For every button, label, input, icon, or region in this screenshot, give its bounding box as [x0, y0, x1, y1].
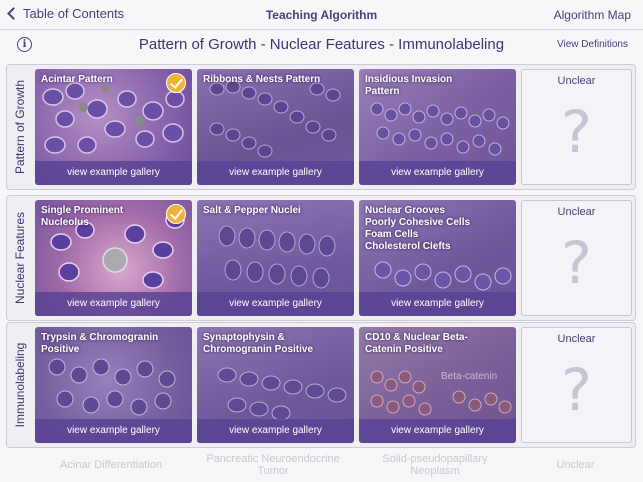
row-label-text: Pattern of Growth: [13, 79, 27, 175]
card-title: CD10 & Nuclear Beta- Catenin Positive: [365, 332, 468, 355]
question-mark-icon: ?: [561, 98, 592, 166]
card-acinar-pattern[interactable]: Acintar Pattern view example gallery: [35, 69, 192, 185]
question-mark-icon: ?: [561, 356, 592, 424]
checkmark-icon: [166, 204, 186, 224]
view-gallery-link[interactable]: view example gallery: [197, 419, 354, 443]
view-gallery-link[interactable]: view example gallery: [35, 419, 192, 443]
card-title: Trypsin & Chromogranin Positive: [41, 332, 159, 355]
stain-watermark: Beta-catenin: [441, 371, 498, 382]
row-label: Nuclear Features: [7, 196, 33, 320]
view-gallery-link[interactable]: view example gallery: [35, 161, 192, 185]
question-mark-icon: ?: [561, 229, 592, 297]
footer-pancreatic-neuroendocrine: Pancreatic Neuroendocrine Tumor: [206, 453, 340, 477]
card-nuclear-grooves[interactable]: Nuclear Grooves Poorly Cohesive Cells Fo…: [359, 200, 516, 316]
row-immunolabeling: Immunolabeling Trypsin & Chromogranin Po…: [6, 322, 636, 448]
unclear-option[interactable]: Unclear ?: [521, 327, 632, 443]
diagnosis-footer: Acinar Differentiation Pancreatic Neuroe…: [0, 452, 643, 482]
algorithm-map-button[interactable]: Algorithm Map: [554, 8, 631, 22]
card-salt-pepper-nuclei[interactable]: Salt & Pepper Nuclei view example galler…: [197, 200, 354, 316]
card-insidious-invasion[interactable]: Insidious Invasion Pattern view example …: [359, 69, 516, 185]
card-trypsin-chromogranin[interactable]: Trypsin & Chromogranin Positive view exa…: [35, 327, 192, 443]
row-pattern-of-growth: Pattern of Growth Acintar Pattern view e…: [6, 64, 636, 190]
nav-title: Teaching Algorithm: [265, 8, 378, 22]
row-label-text: Nuclear Features: [13, 211, 27, 305]
card-cd10-beta-catenin[interactable]: CD10 & Nuclear Beta- Catenin Positive Be…: [359, 327, 516, 443]
navigation-bar: Table of Contents Teaching Algorithm Alg…: [0, 0, 643, 30]
row-label: Immunolabeling: [7, 323, 33, 447]
view-gallery-link[interactable]: view example gallery: [197, 292, 354, 316]
unclear-label: Unclear: [557, 333, 596, 345]
card-title: Acintar Pattern: [41, 74, 113, 85]
view-gallery-link[interactable]: view example gallery: [359, 419, 516, 443]
view-gallery-link[interactable]: view example gallery: [359, 161, 516, 185]
card-title: Ribbons & Nests Pattern: [203, 74, 321, 85]
unclear-option[interactable]: Unclear ?: [521, 200, 632, 316]
footer-solid-pseudopapillary: Solid-pseudopapillary Neoplasm: [382, 453, 488, 477]
unclear-option[interactable]: Unclear ?: [521, 69, 632, 185]
checkmark-icon: [166, 73, 186, 93]
page-title: Pattern of Growth - Nuclear Features - I…: [138, 36, 505, 53]
view-gallery-link[interactable]: view example gallery: [197, 161, 354, 185]
page-header: i Pattern of Growth - Nuclear Features -…: [0, 31, 643, 59]
card-title: Single Prominent Nucleolus: [41, 205, 124, 228]
view-definitions-button[interactable]: View Definitions: [557, 39, 628, 50]
card-synaptophysin-chromogranin[interactable]: Synaptophysin & Chromogranin Positive vi…: [197, 327, 354, 443]
footer-acinar-differentiation: Acinar Differentiation: [60, 459, 162, 471]
card-title: Insidious Invasion Pattern: [365, 74, 453, 97]
row-nuclear-features: Nuclear Features Single Prominent Nucleo…: [6, 195, 636, 321]
row-label: Pattern of Growth: [7, 65, 33, 189]
card-title: Synaptophysin & Chromogranin Positive: [203, 332, 314, 355]
footer-unclear: Unclear: [556, 459, 595, 471]
view-gallery-link[interactable]: view example gallery: [35, 292, 192, 316]
row-label-text: Immunolabeling: [13, 342, 27, 428]
card-single-prominent-nucleolus[interactable]: Single Prominent Nucleolus view example …: [35, 200, 192, 316]
card-title: Salt & Pepper Nuclei: [203, 205, 301, 216]
unclear-label: Unclear: [557, 206, 596, 218]
unclear-label: Unclear: [557, 75, 596, 87]
card-title: Nuclear Grooves Poorly Cohesive Cells Fo…: [365, 205, 471, 252]
view-gallery-link[interactable]: view example gallery: [359, 292, 516, 316]
card-ribbons-nests[interactable]: Ribbons & Nests Pattern view example gal…: [197, 69, 354, 185]
